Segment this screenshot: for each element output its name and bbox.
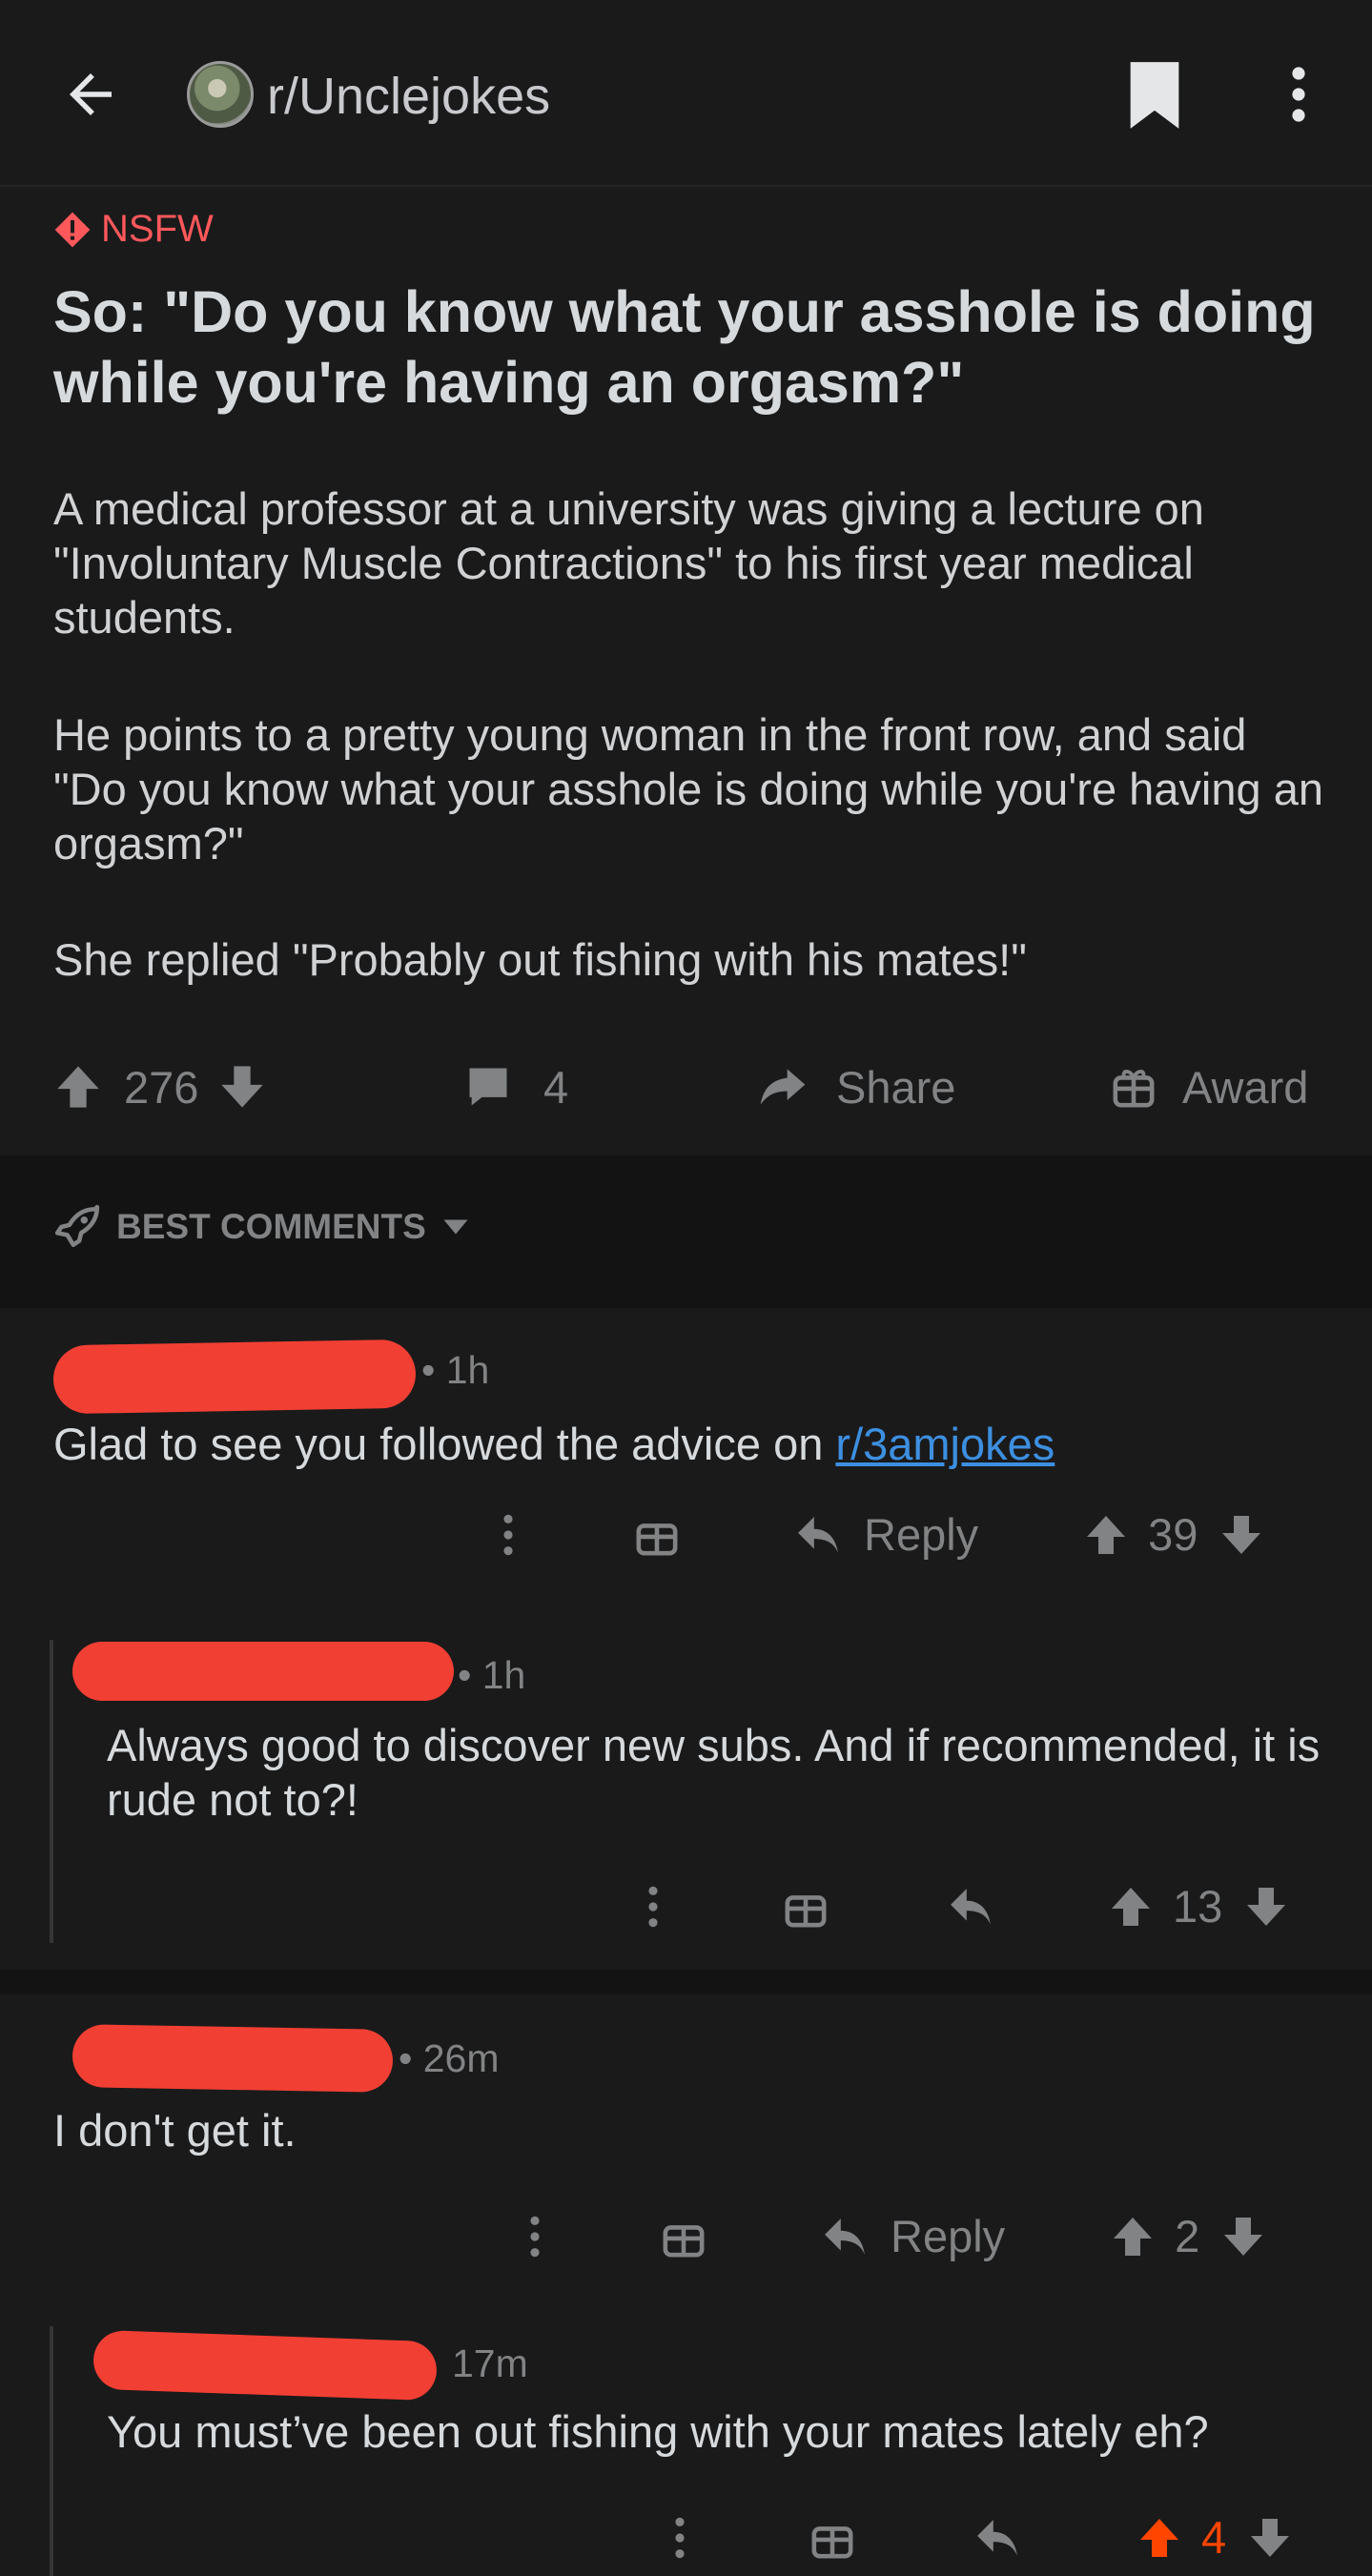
gift-icon[interactable] xyxy=(662,2215,706,2259)
more-options-icon[interactable] xyxy=(667,2514,692,2562)
reply-label[interactable]: Reply xyxy=(891,2210,1005,2262)
downvote-icon[interactable] xyxy=(217,1062,267,1112)
subreddit-avatar[interactable] xyxy=(187,61,254,128)
gift-icon[interactable] xyxy=(810,2516,854,2560)
comment-actions: Reply 39 xyxy=(496,1508,1264,1561)
downvote-icon[interactable] xyxy=(1220,2214,1266,2259)
reply-arrow-icon[interactable] xyxy=(973,2516,1022,2560)
comment-time: • 1h xyxy=(421,1348,490,1392)
upvote-icon[interactable] xyxy=(1083,1512,1129,1558)
upvote-icon[interactable] xyxy=(53,1062,103,1112)
share-arrow-icon xyxy=(756,1060,809,1114)
post-paragraph: A medical professor at a university was … xyxy=(53,483,1204,643)
thread-line xyxy=(50,1640,53,1943)
reply-arrow-icon[interactable] xyxy=(820,2215,870,2259)
comment-score: 39 xyxy=(1148,1509,1198,1560)
caret-down-icon xyxy=(441,1217,470,1237)
post-score: 276 xyxy=(124,1061,199,1113)
post-paragraph: He points to a pretty young woman in the… xyxy=(53,709,1323,869)
redacted-username xyxy=(52,1339,417,1415)
upvote-icon[interactable] xyxy=(1108,1884,1154,1930)
thread-line xyxy=(50,2326,53,2576)
comment-actions: Reply 2 xyxy=(522,2210,1266,2262)
more-options-icon[interactable] xyxy=(522,2213,547,2260)
sort-dropdown[interactable]: BEST COMMENTS xyxy=(53,1203,470,1251)
subreddit-link[interactable]: r/3amjokes xyxy=(835,1419,1055,1469)
comment-time: 17m xyxy=(452,2341,528,2385)
comment-score: 13 xyxy=(1173,1881,1223,1932)
comments-count: 4 xyxy=(543,1061,569,1113)
gift-icon[interactable] xyxy=(635,1513,679,1557)
upvote-icon[interactable] xyxy=(1110,2214,1156,2259)
comment-actions: 13 xyxy=(641,1880,1289,1932)
gift-icon xyxy=(1112,1065,1156,1109)
award-button[interactable]: Award xyxy=(1112,1049,1308,1125)
sort-label: BEST COMMENTS xyxy=(116,1207,426,1246)
share-label: Share xyxy=(836,1061,956,1113)
comment-time: • 1h xyxy=(458,1653,526,1697)
more-options-icon[interactable] xyxy=(641,1883,666,1931)
comment-separator xyxy=(0,1970,1372,1994)
comment-actions: 4 xyxy=(667,2511,1293,2564)
redacted-username xyxy=(72,1642,454,1701)
subreddit-name[interactable]: r/Unclejokes xyxy=(267,67,550,126)
nsfw-warning-icon xyxy=(54,212,91,247)
comment-score: 2 xyxy=(1175,2211,1200,2261)
comment-time: • 26m xyxy=(399,2036,500,2080)
share-button[interactable]: Share xyxy=(756,1049,955,1125)
comment-body: You must’ve been out fishing with your m… xyxy=(107,2406,1209,2457)
top-bar: r/Unclejokes xyxy=(0,0,1372,187)
redacted-username xyxy=(72,2024,394,2093)
more-options-icon[interactable] xyxy=(496,1511,521,1559)
comments-button[interactable]: 4 xyxy=(463,1049,568,1125)
downvote-icon[interactable] xyxy=(1243,1884,1289,1930)
comment-body: Glad to see you followed the advice on r… xyxy=(53,1419,1055,1469)
award-label: Award xyxy=(1182,1061,1309,1113)
back-arrow-icon[interactable] xyxy=(59,63,122,126)
reply-arrow-icon[interactable] xyxy=(793,1513,843,1557)
downvote-icon[interactable] xyxy=(1247,2515,1293,2561)
upvote-icon-active[interactable] xyxy=(1137,2515,1182,2561)
comment-score: 4 xyxy=(1201,2512,1227,2563)
reply-label[interactable]: Reply xyxy=(864,1508,978,1561)
comment-body: I don't get it. xyxy=(53,2105,297,2156)
post-vote-group: 276 xyxy=(53,1049,267,1125)
nsfw-badge: NSFW xyxy=(53,208,214,251)
comment-bubble-icon xyxy=(463,1062,513,1112)
gift-icon[interactable] xyxy=(784,1885,828,1929)
post-title: So: "Do you know what your asshole is do… xyxy=(53,279,1316,415)
post-paragraph: She replied "Probably out fishing with h… xyxy=(53,934,1027,985)
reply-arrow-icon[interactable] xyxy=(946,1885,995,1929)
bookmark-icon[interactable] xyxy=(1123,59,1186,132)
comment-body: Always good to discover new subs. And if… xyxy=(107,1720,1321,1825)
redacted-username xyxy=(92,2329,438,2402)
downvote-icon[interactable] xyxy=(1218,1512,1264,1558)
more-options-icon[interactable] xyxy=(1278,63,1320,126)
rocket-icon xyxy=(53,1203,101,1251)
nsfw-label: NSFW xyxy=(101,208,214,250)
